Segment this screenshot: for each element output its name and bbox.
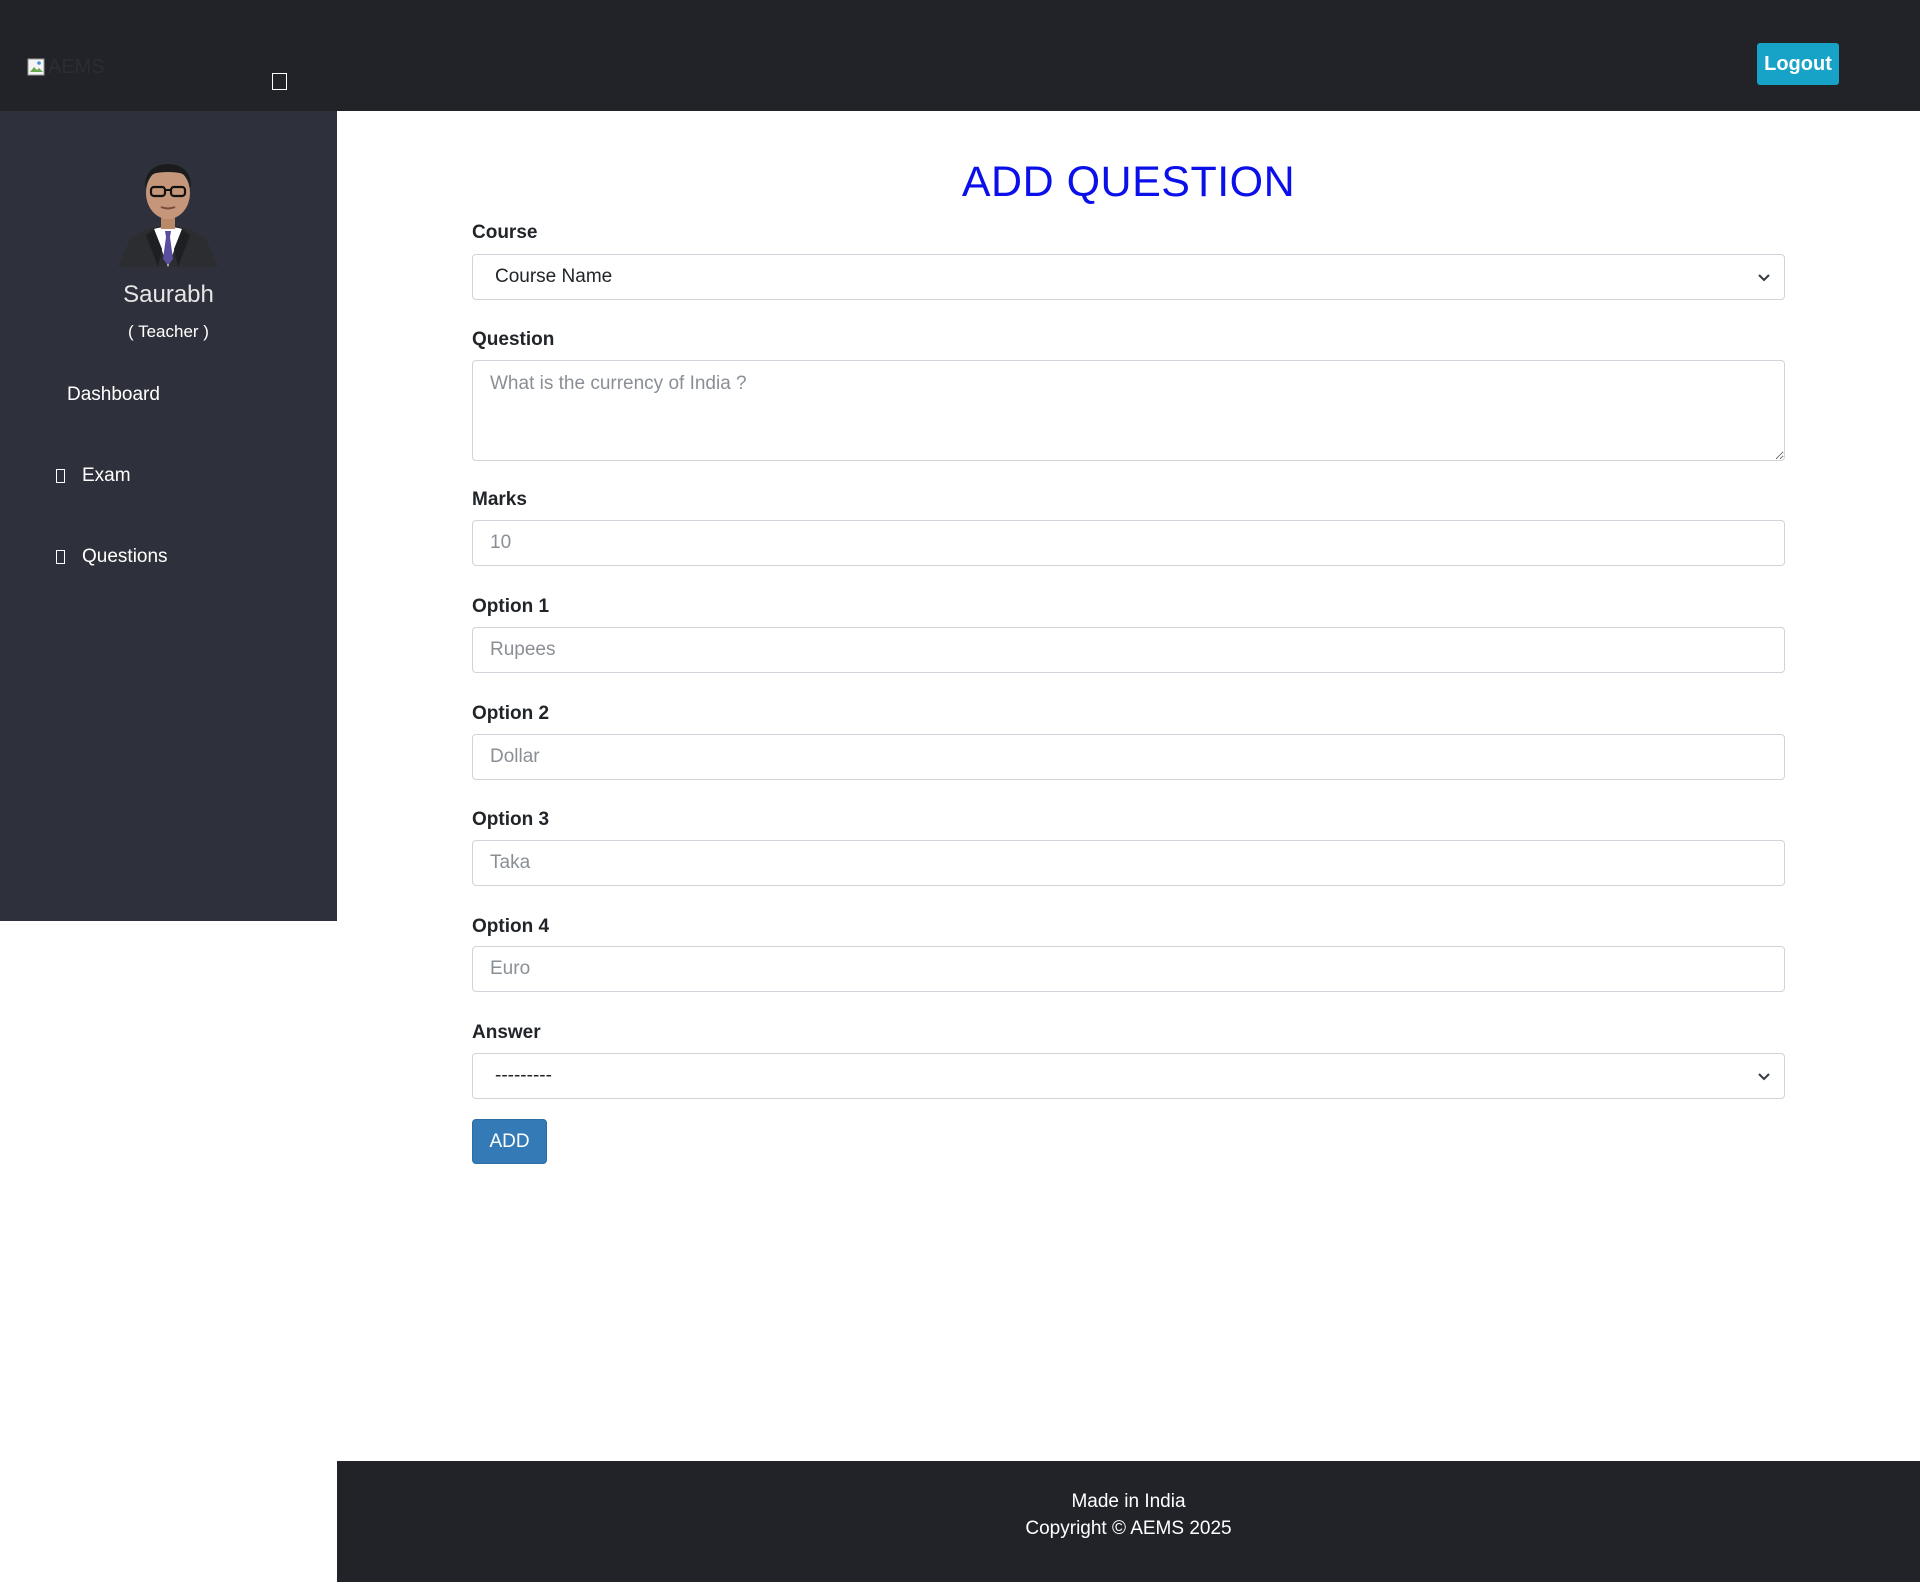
- avatar: [110, 145, 226, 267]
- option1-label: Option 1: [472, 596, 550, 617]
- option1-input[interactable]: [472, 627, 1785, 673]
- missing-glyph-icon: [56, 550, 65, 564]
- sidebar-item-exam[interactable]: Exam: [0, 456, 337, 496]
- menu-toggle-icon[interactable]: [272, 73, 287, 90]
- course-select-value: Course Name: [495, 266, 613, 287]
- sidebar-item-label: Questions: [82, 546, 168, 567]
- logo[interactable]: AEMS: [27, 56, 105, 79]
- marks-label: Marks: [472, 489, 527, 510]
- logout-button[interactable]: Logout: [1757, 43, 1839, 85]
- answer-select[interactable]: ---------: [472, 1053, 1785, 1099]
- sidebar-item-label: Dashboard: [67, 384, 160, 405]
- sidebar: Saurabh ( Teacher ) Dashboard Exam Quest…: [0, 111, 337, 921]
- chevron-down-icon: [1756, 1068, 1772, 1090]
- course-label: Course: [472, 222, 538, 243]
- top-navbar: AEMS Logout: [0, 0, 1920, 111]
- footer-made-in: Made in India: [1071, 1491, 1186, 1512]
- course-select[interactable]: Course Name: [472, 254, 1785, 300]
- user-name: Saurabh: [123, 281, 214, 308]
- footer-copyright: Copyright © AEMS 2025: [1025, 1518, 1232, 1539]
- option3-input[interactable]: [472, 840, 1785, 886]
- page-title: ADD QUESTION: [961, 158, 1296, 206]
- option4-input[interactable]: [472, 946, 1785, 992]
- user-role: ( Teacher ): [128, 322, 209, 341]
- answer-select-value: ---------: [495, 1065, 552, 1086]
- answer-label: Answer: [472, 1022, 541, 1043]
- question-textarea[interactable]: [472, 360, 1785, 461]
- sidebar-item-label: Exam: [82, 465, 131, 486]
- option3-label: Option 3: [472, 809, 550, 830]
- add-button[interactable]: ADD: [472, 1119, 547, 1164]
- option2-input[interactable]: [472, 734, 1785, 780]
- option2-label: Option 2: [472, 703, 550, 724]
- question-label: Question: [472, 329, 555, 350]
- footer: Made in India Copyright © AEMS 2025: [337, 1461, 1920, 1582]
- missing-glyph-icon: [56, 469, 65, 483]
- logo-alt-text: AEMS: [48, 56, 105, 78]
- sidebar-item-dashboard[interactable]: Dashboard: [0, 375, 337, 415]
- chevron-down-icon: [1756, 269, 1772, 291]
- marks-input[interactable]: [472, 520, 1785, 566]
- option4-label: Option 4: [472, 916, 550, 937]
- broken-image-icon: [27, 58, 47, 78]
- sidebar-item-questions[interactable]: Questions: [0, 537, 337, 577]
